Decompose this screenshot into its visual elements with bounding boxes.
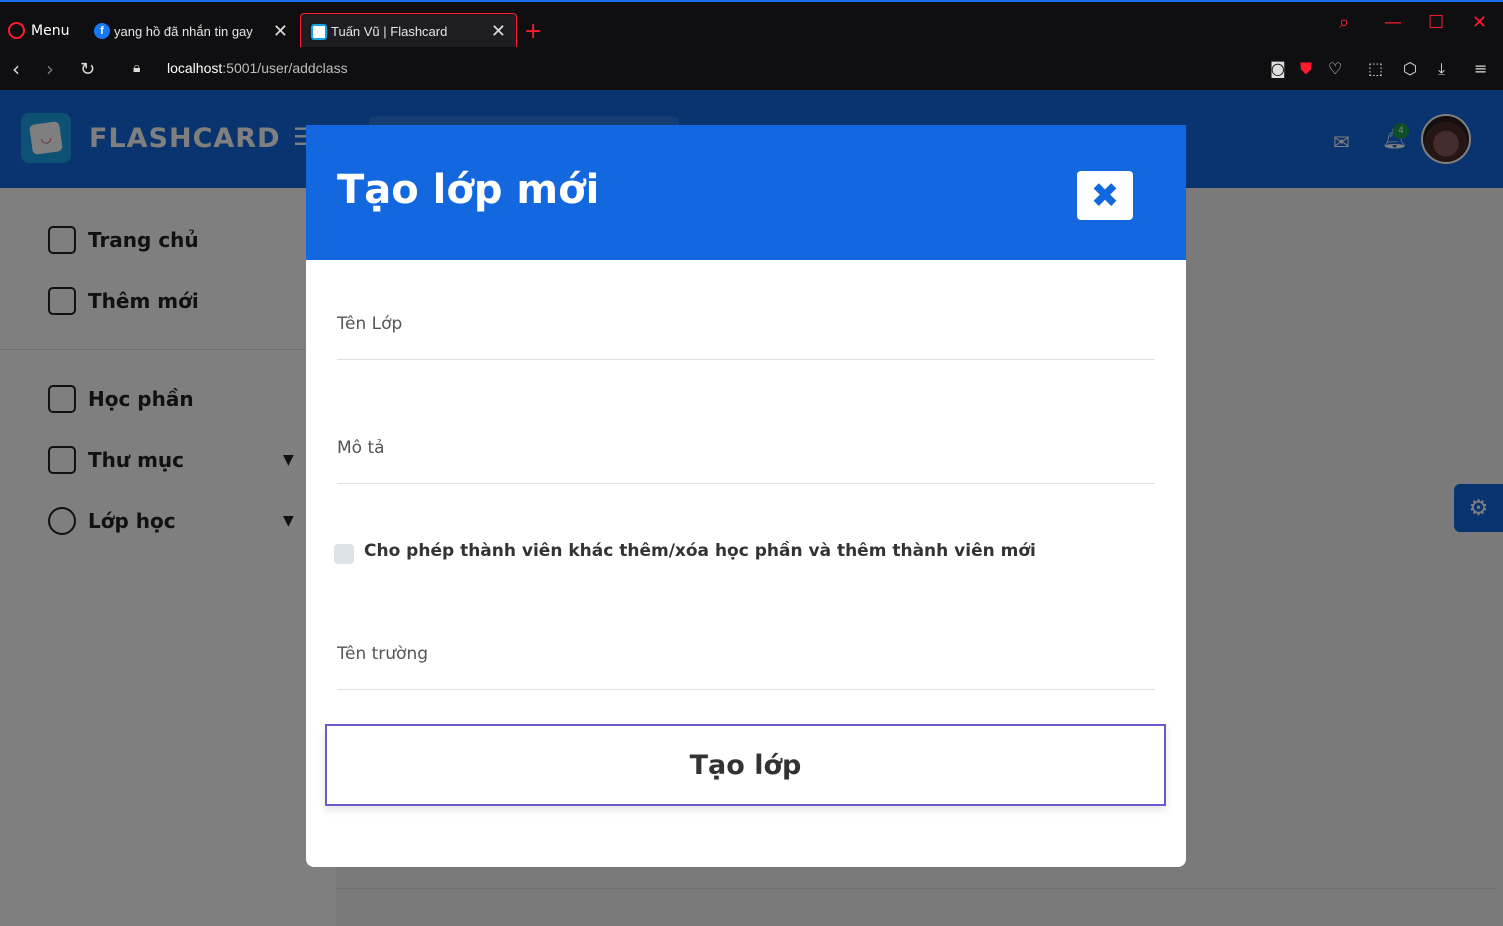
maximize-icon[interactable]: ☐	[1428, 12, 1444, 33]
create-class-button[interactable]: Tạo lớp	[325, 724, 1166, 806]
allow-members-checkbox[interactable]	[334, 544, 354, 564]
lock-icon: 🔒︎	[133, 60, 141, 76]
back-icon[interactable]: ‹	[12, 57, 20, 81]
close-button[interactable]: ✖	[1077, 171, 1133, 220]
modal-header: Tạo lớp mới ✖	[306, 125, 1186, 260]
field-underline	[337, 359, 1155, 360]
browser-search-icon[interactable]: ⌕	[1339, 12, 1349, 33]
tab-close-icon[interactable]: ✕	[273, 21, 288, 42]
url-field[interactable]: localhost:5001/user/addclass	[167, 60, 348, 76]
browser-address-bar: ‹ › ↻ 🔒︎ localhost:5001/user/addclass ◙ …	[0, 47, 1503, 90]
browser-menu-label: Menu	[31, 22, 70, 39]
create-class-modal: Tạo lớp mới ✖ Tên Lớp Mô tả Cho phép thà…	[306, 125, 1186, 867]
school-name-field[interactable]: Tên trường	[337, 644, 428, 664]
checkbox-label: Cho phép thành viên khác thêm/xóa học ph…	[364, 541, 1036, 561]
browser-tab-bar: Menu f yang hồ đã nhắn tin gay ✕ Tuấn Vũ…	[0, 0, 1503, 49]
minimize-icon[interactable]: —	[1384, 12, 1402, 33]
tab-title: Tuấn Vũ | Flashcard	[331, 24, 448, 39]
facebook-icon: f	[94, 23, 110, 39]
url-path: :5001/user/addclass	[222, 60, 348, 76]
browser-menu-button[interactable]: Menu	[8, 22, 69, 39]
tab-close-icon[interactable]: ✕	[491, 21, 506, 42]
shield-icon[interactable]: ⛊	[1300, 59, 1312, 79]
field-underline	[337, 689, 1155, 690]
reload-icon[interactable]: ↻	[80, 59, 95, 80]
browser-tab-flashcard[interactable]: Tuấn Vũ | Flashcard ✕	[300, 13, 517, 49]
camera-icon[interactable]: ◙	[1270, 59, 1286, 78]
class-name-field[interactable]: Tên Lớp	[337, 314, 402, 334]
settings-menu-icon[interactable]: ≡	[1474, 59, 1487, 78]
flashcard-favicon-icon	[311, 23, 327, 40]
opera-logo-icon	[8, 22, 25, 39]
modal-title: Tạo lớp mới	[337, 167, 600, 213]
description-field[interactable]: Mô tả	[337, 438, 385, 458]
new-tab-icon[interactable]: +	[524, 19, 542, 44]
window-close-icon[interactable]: ✕	[1472, 12, 1487, 33]
snapshot-icon[interactable]: ⬚	[1368, 59, 1383, 78]
tab-title: yang hồ đã nhắn tin gay	[114, 23, 253, 39]
url-host: localhost	[167, 60, 223, 76]
field-underline	[337, 483, 1155, 484]
forward-icon[interactable]: ›	[46, 57, 54, 81]
heart-icon[interactable]: ♡	[1328, 59, 1342, 78]
cube-icon[interactable]: ⬡	[1403, 59, 1417, 78]
browser-tab-facebook[interactable]: f yang hồ đã nhắn tin gay ✕	[84, 13, 298, 49]
download-icon[interactable]: ⤓	[1438, 59, 1445, 79]
